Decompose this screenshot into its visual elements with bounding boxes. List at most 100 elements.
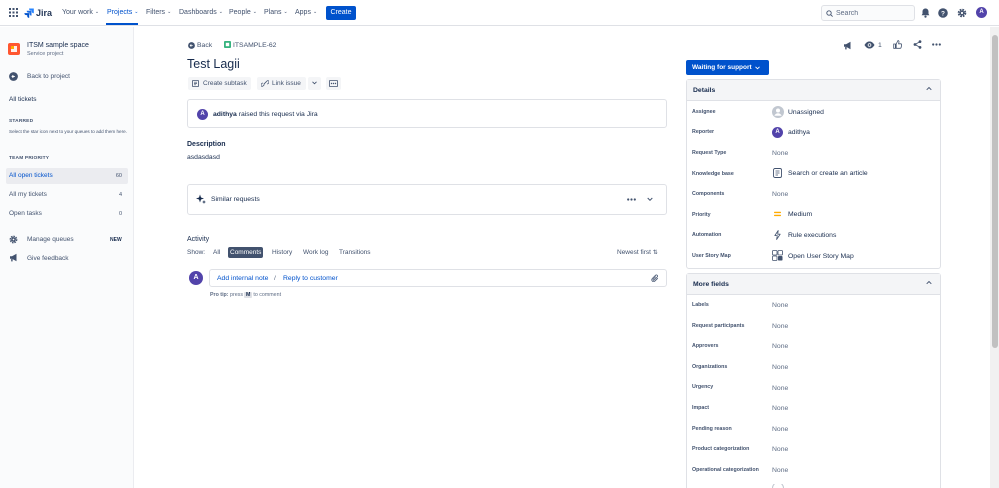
issue-type-icon (224, 41, 231, 48)
share-icon[interactable] (913, 40, 922, 49)
status-transition-button[interactable]: Waiting for support (686, 60, 769, 75)
queue-all-open-tickets[interactable]: All open tickets 60 (6, 168, 128, 184)
queue-label: All my tickets (9, 191, 47, 198)
chevron-down-icon (312, 81, 317, 85)
field-value-knowledge-base[interactable]: Search or create an article (788, 170, 868, 177)
details-heading: Details (693, 87, 716, 94)
field-value-pending-reason[interactable]: None (772, 426, 788, 433)
description-text[interactable]: asdasdasd (187, 154, 220, 161)
lightning-bolt-icon (774, 230, 781, 240)
nav-your-work[interactable]: Your work ⌄ (62, 9, 99, 16)
profile-avatar[interactable]: A (976, 7, 987, 18)
back-to-project-link[interactable]: Back to project (27, 73, 70, 80)
queue-open-tasks[interactable]: Open tasks 0 (6, 206, 128, 222)
field-value-approvers[interactable]: None (772, 343, 788, 350)
field-value-product-categorization[interactable]: None (772, 446, 788, 453)
nav-apps[interactable]: Apps ⌄ (295, 9, 317, 16)
back-link[interactable]: Back (197, 42, 212, 49)
chevron-down-icon: ⌄ (252, 9, 257, 15)
vote-thumbs-up-icon[interactable] (893, 40, 902, 49)
field-value-components[interactable]: None (772, 191, 788, 198)
chevron-down-icon: ⌄ (312, 9, 318, 15)
field-value-user-story-map[interactable]: Open User Story Map (788, 253, 854, 260)
show-label: Show: (187, 249, 206, 256)
search-input[interactable] (836, 8, 912, 18)
field-value-assignee[interactable]: Unassigned (788, 109, 824, 116)
page-scrollbar-thumb[interactable] (992, 35, 998, 348)
link-issue-button[interactable]: Link issue (257, 77, 306, 90)
nav-dashboards[interactable]: Dashboards ⌄ (179, 9, 223, 16)
sparkle-icon (196, 194, 206, 204)
queue-count: 0 (118, 211, 122, 217)
nav-people[interactable]: People ⌄ (229, 9, 257, 16)
field-value-organizations[interactable]: None (772, 364, 788, 371)
field-value-labels[interactable]: None (772, 302, 788, 309)
search-box[interactable] (821, 5, 915, 21)
more-dots-icon[interactable] (627, 198, 636, 201)
help-icon[interactable]: ? (938, 8, 948, 18)
link-icon (261, 80, 269, 87)
field-value-urgency[interactable]: None (772, 385, 788, 392)
nav-projects[interactable]: Projects ⌄ (107, 9, 139, 16)
similar-requests-card[interactable]: Similar requests (187, 184, 667, 215)
field-value-operational-categorization[interactable]: None (772, 467, 788, 474)
back-arrow-circle-icon[interactable] (9, 72, 18, 81)
expand-chevron-icon[interactable] (647, 197, 653, 202)
app-switcher-icon[interactable] (9, 8, 18, 17)
nav-filters[interactable]: Filters ⌄ (146, 9, 171, 16)
settings-gear-icon[interactable] (957, 8, 967, 18)
pro-tip-prefix: Pro tip: (210, 292, 229, 298)
raised-text: raised this request via (238, 111, 305, 118)
field-label-priority: Priority (692, 212, 711, 218)
field-value-request-type[interactable]: None (772, 150, 788, 157)
raised-channel: Jira (306, 111, 318, 118)
field-value-request-participants[interactable]: None (772, 323, 788, 330)
field-label-automation: Automation (692, 232, 722, 238)
project-avatar[interactable] (8, 43, 20, 55)
back-arrow-icon[interactable] (188, 42, 195, 49)
tab-all[interactable]: All (211, 247, 222, 258)
link-issue-dropdown-button[interactable] (308, 77, 321, 90)
pro-tip: Pro tip: press M to comment (210, 292, 281, 298)
starred-hint: Select the star icon next to your queues… (9, 129, 127, 134)
all-tickets-link[interactable]: All tickets (9, 96, 36, 103)
more-actions-button[interactable] (326, 77, 341, 90)
sort-order-button[interactable]: Newest first ⇅ (617, 249, 658, 256)
field-label-operational-categorization: Operational categorization (692, 467, 759, 473)
requester-name[interactable]: adithya (213, 111, 237, 118)
issue-title[interactable]: Test Lagii (187, 57, 240, 71)
field-value-automation[interactable]: Rule executions (788, 232, 836, 239)
manage-queues-link[interactable]: Manage queues (27, 236, 74, 243)
starred-heading: STARRED (9, 119, 34, 124)
more-fields-panel-header[interactable]: More fields (687, 274, 940, 295)
issue-key-link[interactable]: ITSAMPLE-62 (233, 42, 276, 49)
field-value-reporter[interactable]: adithya (788, 129, 810, 136)
add-internal-note-button[interactable]: Add internal note (217, 275, 268, 282)
tab-comments[interactable]: Comments (228, 247, 264, 258)
create-button[interactable]: Create (326, 6, 356, 20)
link-issue-label: Link issue (272, 80, 301, 87)
nav-plans[interactable]: Plans ⌄ (264, 9, 288, 16)
sort-order-label: Newest first (617, 249, 651, 256)
more-actions-dots-icon[interactable] (932, 43, 941, 46)
field-label-request-type: Request Type (692, 150, 727, 156)
attachment-icon[interactable] (651, 274, 659, 283)
tab-transitions[interactable]: Transitions (337, 247, 373, 258)
create-subtask-button[interactable]: Create subtask (188, 77, 251, 90)
notifications-bell-icon[interactable] (921, 8, 930, 18)
reply-to-customer-button[interactable]: Reply to customer (283, 275, 338, 282)
watch-eye-icon[interactable] (864, 41, 875, 49)
subtask-icon (192, 80, 199, 87)
project-name[interactable]: ITSM sample space (27, 42, 89, 49)
field-value-impact[interactable]: None (772, 405, 788, 412)
tab-history[interactable]: History (270, 247, 294, 258)
give-feedback-link[interactable]: Give feedback (27, 255, 69, 262)
queue-all-my-tickets[interactable]: All my tickets 4 (6, 187, 128, 203)
feedback-megaphone-icon[interactable] (843, 41, 853, 50)
details-panel-header[interactable]: Details (687, 80, 940, 101)
field-value-priority[interactable]: Medium (788, 211, 812, 218)
field-label-labels: Labels (692, 302, 709, 308)
watch-count[interactable]: 1 (878, 42, 882, 49)
tab-work-log[interactable]: Work log (301, 247, 331, 258)
comment-editor[interactable]: Add internal note / Reply to customer (209, 269, 667, 287)
